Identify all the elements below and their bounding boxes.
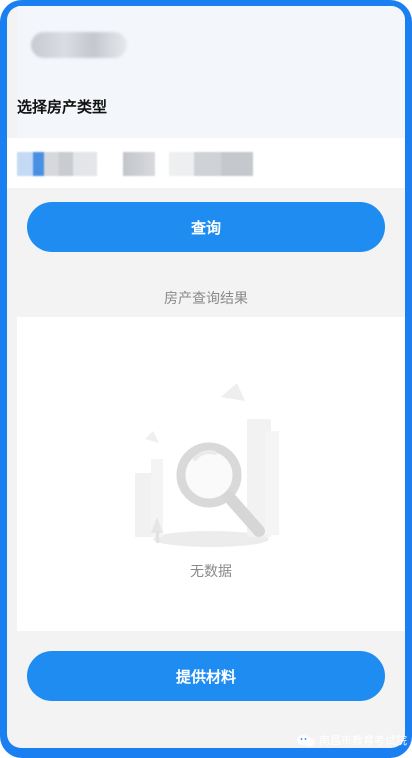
empty-state-text: 无数据 <box>190 564 232 580</box>
blurred-option-3[interactable] <box>169 152 253 176</box>
watermark: 南昌市教育考试院 <box>296 732 407 748</box>
blurred-option-1[interactable] <box>17 152 97 176</box>
no-data-illustration-icon <box>135 383 279 547</box>
screenshot-frame: 选择房产类型 查询 房产查询结果 无数据 提供材料 <box>0 0 412 758</box>
result-panel: 无数据 <box>17 317 405 631</box>
property-type-label: 选择房产类型 <box>17 98 108 116</box>
property-type-options[interactable] <box>7 138 405 188</box>
wechat-icon <box>297 734 315 746</box>
blurred-title <box>31 32 127 58</box>
provide-materials-button[interactable]: 提供材料 <box>27 651 385 701</box>
watermark-text: 南昌市教育考试院 <box>319 734 407 747</box>
blurred-option-2[interactable] <box>123 152 155 176</box>
header-area <box>17 6 405 138</box>
search-button[interactable]: 查询 <box>27 202 385 252</box>
result-section-title: 房产查询结果 <box>164 291 248 307</box>
phone-screen: 选择房产类型 查询 房产查询结果 无数据 提供材料 <box>7 6 405 748</box>
